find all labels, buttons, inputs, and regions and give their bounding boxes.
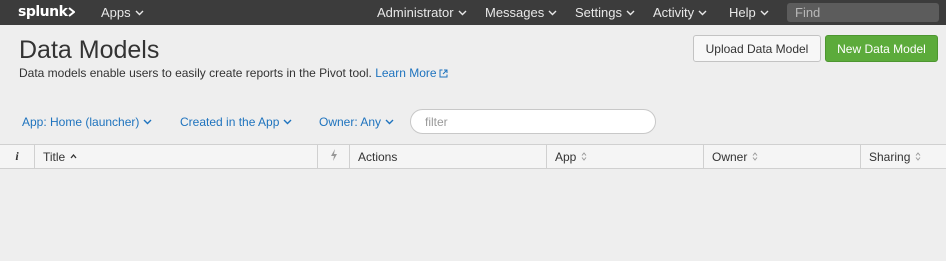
info-column-header: i bbox=[0, 145, 34, 168]
lightning-icon bbox=[330, 149, 338, 164]
filter-input[interactable] bbox=[410, 109, 656, 134]
actions-column-label: Actions bbox=[358, 149, 398, 164]
description-text: Data models enable users to easily creat… bbox=[19, 66, 372, 80]
help-menu[interactable]: Help bbox=[729, 5, 769, 20]
app-filter-dropdown[interactable]: App: Home (launcher) bbox=[22, 115, 152, 129]
chevron-down-icon bbox=[548, 10, 557, 16]
title-column-label: Title bbox=[43, 149, 66, 164]
activity-menu-label: Activity bbox=[653, 5, 695, 20]
table-header: i Title Actions App Owner Sharing bbox=[0, 144, 946, 169]
apps-menu-label: Apps bbox=[101, 5, 131, 20]
owner-filter-label: Owner: Any bbox=[319, 115, 382, 129]
chevron-down-icon bbox=[143, 119, 152, 125]
chevron-down-icon bbox=[626, 10, 635, 16]
administrator-menu-label: Administrator bbox=[377, 5, 454, 20]
table-body bbox=[0, 169, 946, 261]
top-nav-bar: splunk Apps Administrator Messages Setti… bbox=[0, 0, 946, 25]
splunk-logo[interactable]: splunk bbox=[18, 4, 76, 20]
learn-more-label: Learn More bbox=[375, 66, 437, 80]
administrator-menu[interactable]: Administrator bbox=[377, 5, 467, 20]
title-column-header[interactable]: Title bbox=[34, 145, 317, 168]
owner-filter-dropdown[interactable]: Owner: Any bbox=[319, 115, 394, 129]
chevron-down-icon bbox=[135, 10, 144, 16]
help-menu-label: Help bbox=[729, 5, 756, 20]
logo-text: splunk bbox=[18, 4, 68, 20]
sort-ascending-icon bbox=[70, 154, 77, 159]
sort-icon bbox=[581, 152, 587, 161]
owner-column-header[interactable]: Owner bbox=[703, 145, 860, 168]
owner-column-label: Owner bbox=[712, 149, 748, 164]
sharing-column-header[interactable]: Sharing bbox=[860, 145, 946, 168]
new-data-model-button[interactable]: New Data Model bbox=[825, 35, 938, 62]
chevron-down-icon bbox=[283, 119, 292, 125]
chevron-down-icon bbox=[698, 10, 707, 16]
external-link-icon bbox=[439, 67, 448, 81]
apps-menu[interactable]: Apps bbox=[101, 5, 144, 20]
actions-column-header: Actions bbox=[349, 145, 546, 168]
app-filter-label: App: Home (launcher) bbox=[22, 115, 140, 129]
page-description: Data models enable users to easily creat… bbox=[19, 66, 448, 81]
chevron-down-icon bbox=[458, 10, 467, 16]
app-column-header[interactable]: App bbox=[546, 145, 703, 168]
settings-menu[interactable]: Settings bbox=[575, 5, 635, 20]
created-filter-dropdown[interactable]: Created in the App bbox=[180, 115, 292, 129]
lightning-column-header bbox=[317, 145, 349, 168]
learn-more-link[interactable]: Learn More bbox=[375, 66, 448, 81]
info-icon: i bbox=[15, 149, 19, 163]
logo-chevron-icon bbox=[68, 7, 76, 17]
chevron-down-icon bbox=[385, 119, 394, 125]
sort-icon bbox=[752, 152, 758, 161]
chevron-down-icon bbox=[760, 10, 769, 16]
settings-menu-label: Settings bbox=[575, 5, 622, 20]
app-column-label: App bbox=[555, 149, 577, 164]
messages-menu-label: Messages bbox=[485, 5, 545, 20]
find-input[interactable] bbox=[787, 3, 939, 22]
messages-menu[interactable]: Messages bbox=[485, 5, 557, 20]
page-title: Data Models bbox=[19, 36, 160, 64]
activity-menu[interactable]: Activity bbox=[653, 5, 707, 20]
upload-data-model-button[interactable]: Upload Data Model bbox=[693, 35, 821, 62]
created-filter-label: Created in the App bbox=[180, 115, 280, 129]
sharing-column-label: Sharing bbox=[869, 149, 911, 164]
sort-icon bbox=[915, 152, 921, 161]
